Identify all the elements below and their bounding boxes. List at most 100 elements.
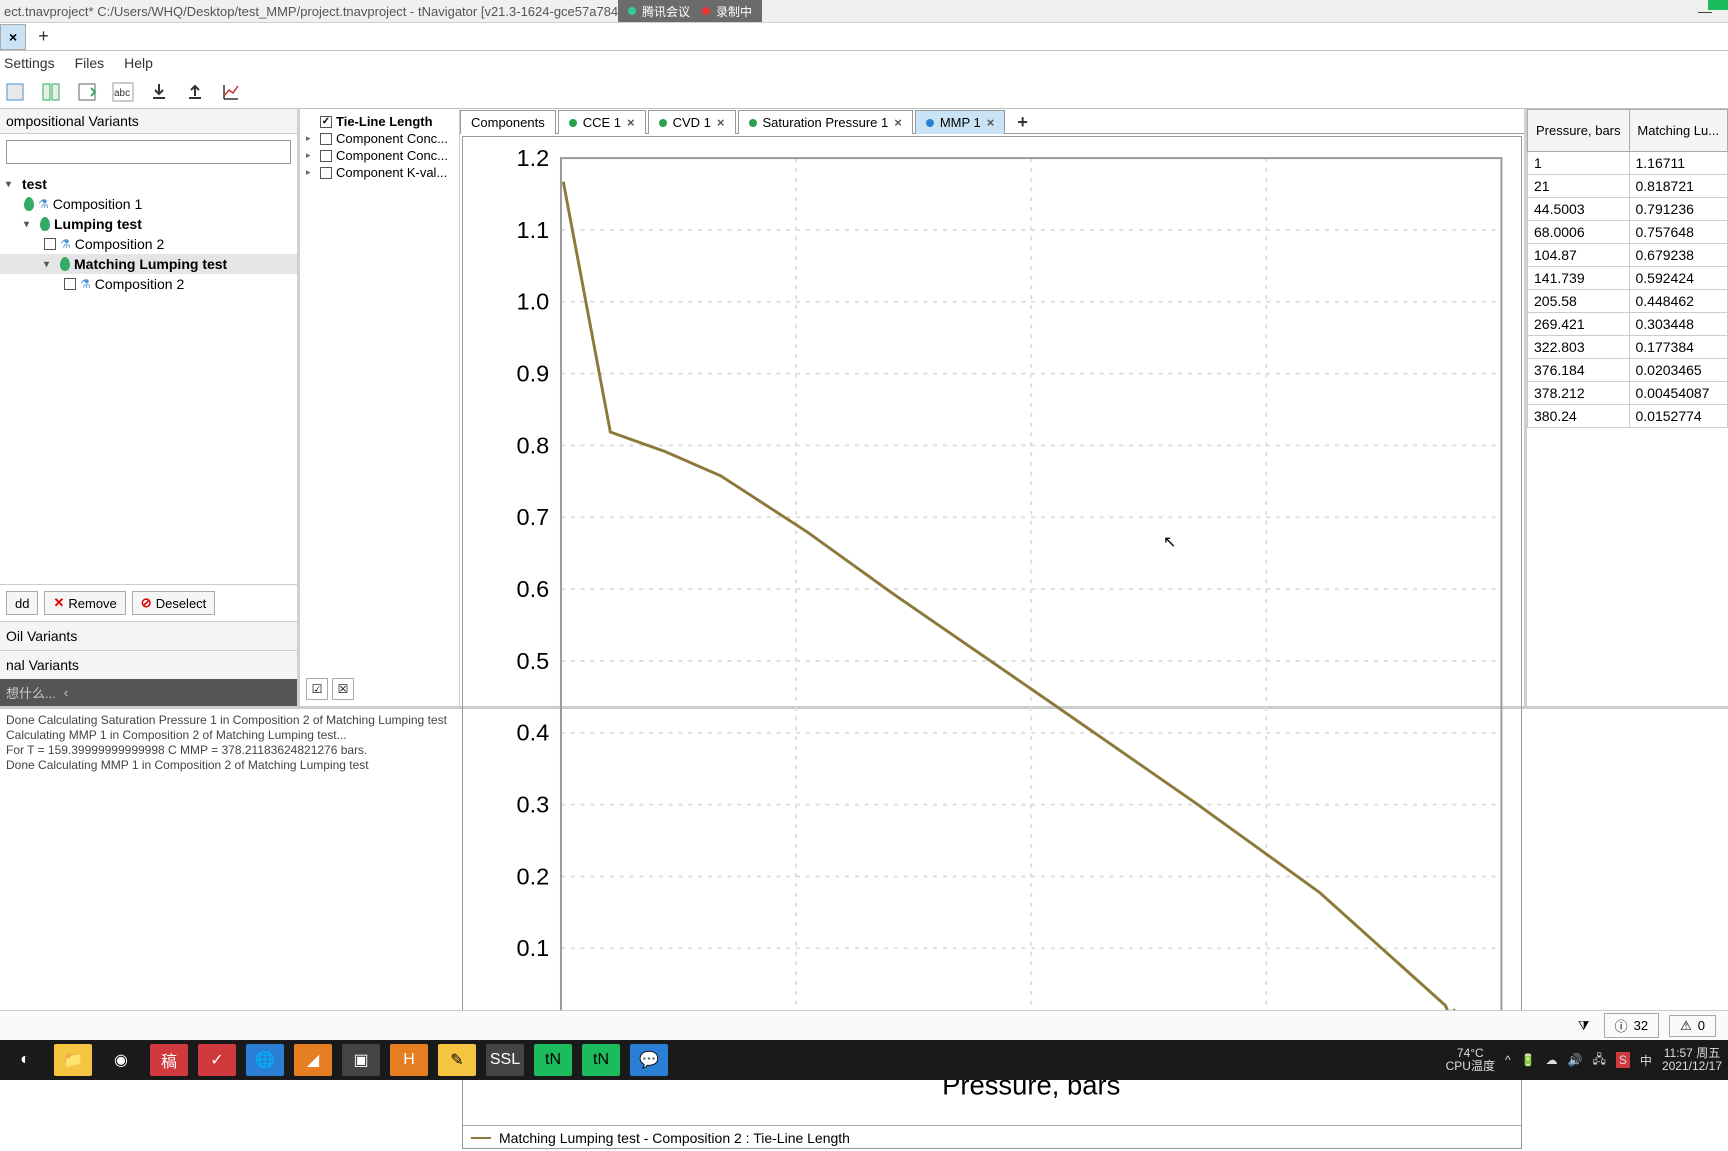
svg-text:abc: abc <box>114 88 130 99</box>
checkbox-checked-icon[interactable]: ✓ <box>320 116 332 128</box>
table-row[interactable]: 104.870.679238 <box>1528 244 1728 267</box>
table-row[interactable]: 11.16711 <box>1528 152 1728 175</box>
col-pressure[interactable]: Pressure, bars <box>1528 110 1630 152</box>
camera-icon[interactable]: ▣ <box>342 1044 380 1076</box>
tab-components[interactable]: Components <box>460 110 556 134</box>
table-row[interactable]: 68.00060.757648 <box>1528 221 1728 244</box>
toolbar-abc-icon[interactable]: abc <box>110 79 136 105</box>
project-tab[interactable]: × <box>0 24 26 50</box>
check-conc2[interactable]: ▸Component Conc... <box>304 147 455 164</box>
statusbar: ⧩ ⓘ32 ⚠0 <box>0 1010 1728 1040</box>
close-icon[interactable]: × <box>9 29 17 45</box>
oil-variants-section[interactable]: Oil Variants <box>0 621 297 650</box>
toolbar-icon-1[interactable] <box>2 79 28 105</box>
check-conc1[interactable]: ▸Component Conc... <box>304 130 455 147</box>
menu-settings[interactable]: Settings <box>4 55 55 71</box>
project-tabstrip: × + <box>0 23 1728 51</box>
deselect-button[interactable]: ⊘Deselect <box>132 591 215 615</box>
new-tab-button[interactable]: + <box>28 26 59 47</box>
globe-icon[interactable]: 🌐 <box>246 1044 284 1076</box>
variants-tree[interactable]: ▾test ⚗Composition 1 ▾Lumping test ⚗Comp… <box>0 170 297 584</box>
select-all-icon[interactable]: ☑ <box>306 678 328 700</box>
close-icon[interactable]: × <box>987 115 995 130</box>
tn1-icon[interactable]: tN <box>534 1044 572 1076</box>
checkbox-icon[interactable] <box>320 133 332 145</box>
tray-cloud-icon[interactable]: ☁ <box>1546 1053 1558 1067</box>
start-icon[interactable]: ◐ <box>6 1044 44 1076</box>
h-icon[interactable]: H <box>390 1044 428 1076</box>
table-row[interactable]: 205.580.448462 <box>1528 290 1728 313</box>
close-icon[interactable]: × <box>894 115 902 130</box>
tab-cvd[interactable]: CVD 1× <box>648 110 736 134</box>
tree-matching[interactable]: ▾Matching Lumping test <box>0 254 297 274</box>
table-row[interactable]: 210.818721 <box>1528 175 1728 198</box>
remove-button[interactable]: ✕Remove <box>44 591 125 615</box>
flask-icon: ⚗ <box>38 197 49 211</box>
tree-lumping[interactable]: ▾Lumping test <box>0 214 297 234</box>
explorer-icon[interactable]: 📁 <box>54 1044 92 1076</box>
tray-battery-icon[interactable]: 🔋 <box>1521 1053 1536 1067</box>
svg-text:0.6: 0.6 <box>517 576 550 602</box>
table-row[interactable]: 44.50030.791236 <box>1528 198 1728 221</box>
toolbar-download-icon[interactable] <box>146 79 172 105</box>
check-kval[interactable]: ▸Component K-val... <box>304 164 455 181</box>
experiment-tabs: Components CCE 1× CVD 1× Saturation Pres… <box>460 109 1524 134</box>
add-button[interactable]: dd <box>6 591 38 615</box>
status-dot-icon <box>749 119 757 127</box>
toolbar-upload-icon[interactable] <box>182 79 208 105</box>
info-count[interactable]: ⓘ32 <box>1604 1013 1659 1038</box>
add-tab-button[interactable]: + <box>1007 112 1038 133</box>
chat-icon[interactable]: 💬 <box>630 1044 668 1076</box>
table-row[interactable]: 378.2120.00454087 <box>1528 382 1728 405</box>
app-icon[interactable]: 稿 <box>150 1044 188 1076</box>
toolbar-icon-2[interactable] <box>38 79 64 105</box>
nal-variants-section[interactable]: nal Variants <box>0 650 297 679</box>
warning-count[interactable]: ⚠0 <box>1669 1015 1716 1037</box>
tab-mmp[interactable]: MMP 1× <box>915 110 1006 134</box>
svg-text:0.9: 0.9 <box>517 360 550 386</box>
chart-area[interactable]: 0.00.10.20.30.40.50.60.70.80.91.01.11.21… <box>462 136 1522 1149</box>
chrome-icon[interactable]: ◉ <box>102 1044 140 1076</box>
check-icon[interactable]: ✓ <box>198 1044 236 1076</box>
data-table: Pressure, bars Matching Lu... 11.1671121… <box>1524 109 1728 706</box>
tree-root[interactable]: ▾test <box>0 174 297 194</box>
check-tieline[interactable]: ✓Tie-Line Length <box>304 113 455 130</box>
system-tray[interactable]: 74°CCPU温度 ^ 🔋 ☁ 🔊 🖧 S 中 11:57 周五2021/12/… <box>1446 1047 1722 1073</box>
col-matching[interactable]: Matching Lu... <box>1629 110 1728 152</box>
svg-text:0.5: 0.5 <box>517 648 550 674</box>
menu-files[interactable]: Files <box>75 55 105 71</box>
table-row[interactable]: 141.7390.592424 <box>1528 267 1728 290</box>
close-icon[interactable]: × <box>627 115 635 130</box>
table-row[interactable]: 322.8030.177384 <box>1528 336 1728 359</box>
deselect-all-icon[interactable]: ☒ <box>332 678 354 700</box>
tree-comp2a[interactable]: ⚗Composition 2 <box>0 234 297 254</box>
filter-input[interactable] <box>6 140 291 164</box>
menu-help[interactable]: Help <box>124 55 153 71</box>
checkbox-icon[interactable] <box>320 150 332 162</box>
toolbar-chart-icon[interactable] <box>218 79 244 105</box>
ssl-icon[interactable]: SSL <box>486 1044 524 1076</box>
checkbox-icon[interactable] <box>320 167 332 179</box>
tray-up-icon[interactable]: ^ <box>1505 1053 1511 1067</box>
table-row[interactable]: 269.4210.303448 <box>1528 313 1728 336</box>
tray-net-icon[interactable]: 🖧 <box>1593 1050 1606 1071</box>
tree-comp1[interactable]: ⚗Composition 1 <box>0 194 297 214</box>
tree-comp2b[interactable]: ⚗Composition 2 <box>0 274 297 294</box>
filter-icon[interactable]: ⧩ <box>1574 1016 1594 1036</box>
chevron-left-icon[interactable]: ‹ <box>64 685 68 700</box>
tn2-icon[interactable]: tN <box>582 1044 620 1076</box>
note-icon[interactable]: ✎ <box>438 1044 476 1076</box>
tab-cce[interactable]: CCE 1× <box>558 110 646 134</box>
drop-icon <box>40 217 50 231</box>
checkbox-icon[interactable] <box>44 238 56 250</box>
close-icon[interactable]: × <box>717 115 725 130</box>
table-row[interactable]: 380.240.0152774 <box>1528 405 1728 428</box>
toolbar-icon-3[interactable] <box>74 79 100 105</box>
tray-ime-icon[interactable]: S <box>1616 1052 1630 1068</box>
app2-icon[interactable]: ◢ <box>294 1044 332 1076</box>
table-row[interactable]: 376.1840.0203465 <box>1528 359 1728 382</box>
tray-lang-icon[interactable]: 中 <box>1640 1052 1652 1069</box>
checkbox-icon[interactable] <box>64 278 76 290</box>
tab-sat[interactable]: Saturation Pressure 1× <box>738 110 913 134</box>
tray-vol-icon[interactable]: 🔊 <box>1568 1053 1583 1067</box>
